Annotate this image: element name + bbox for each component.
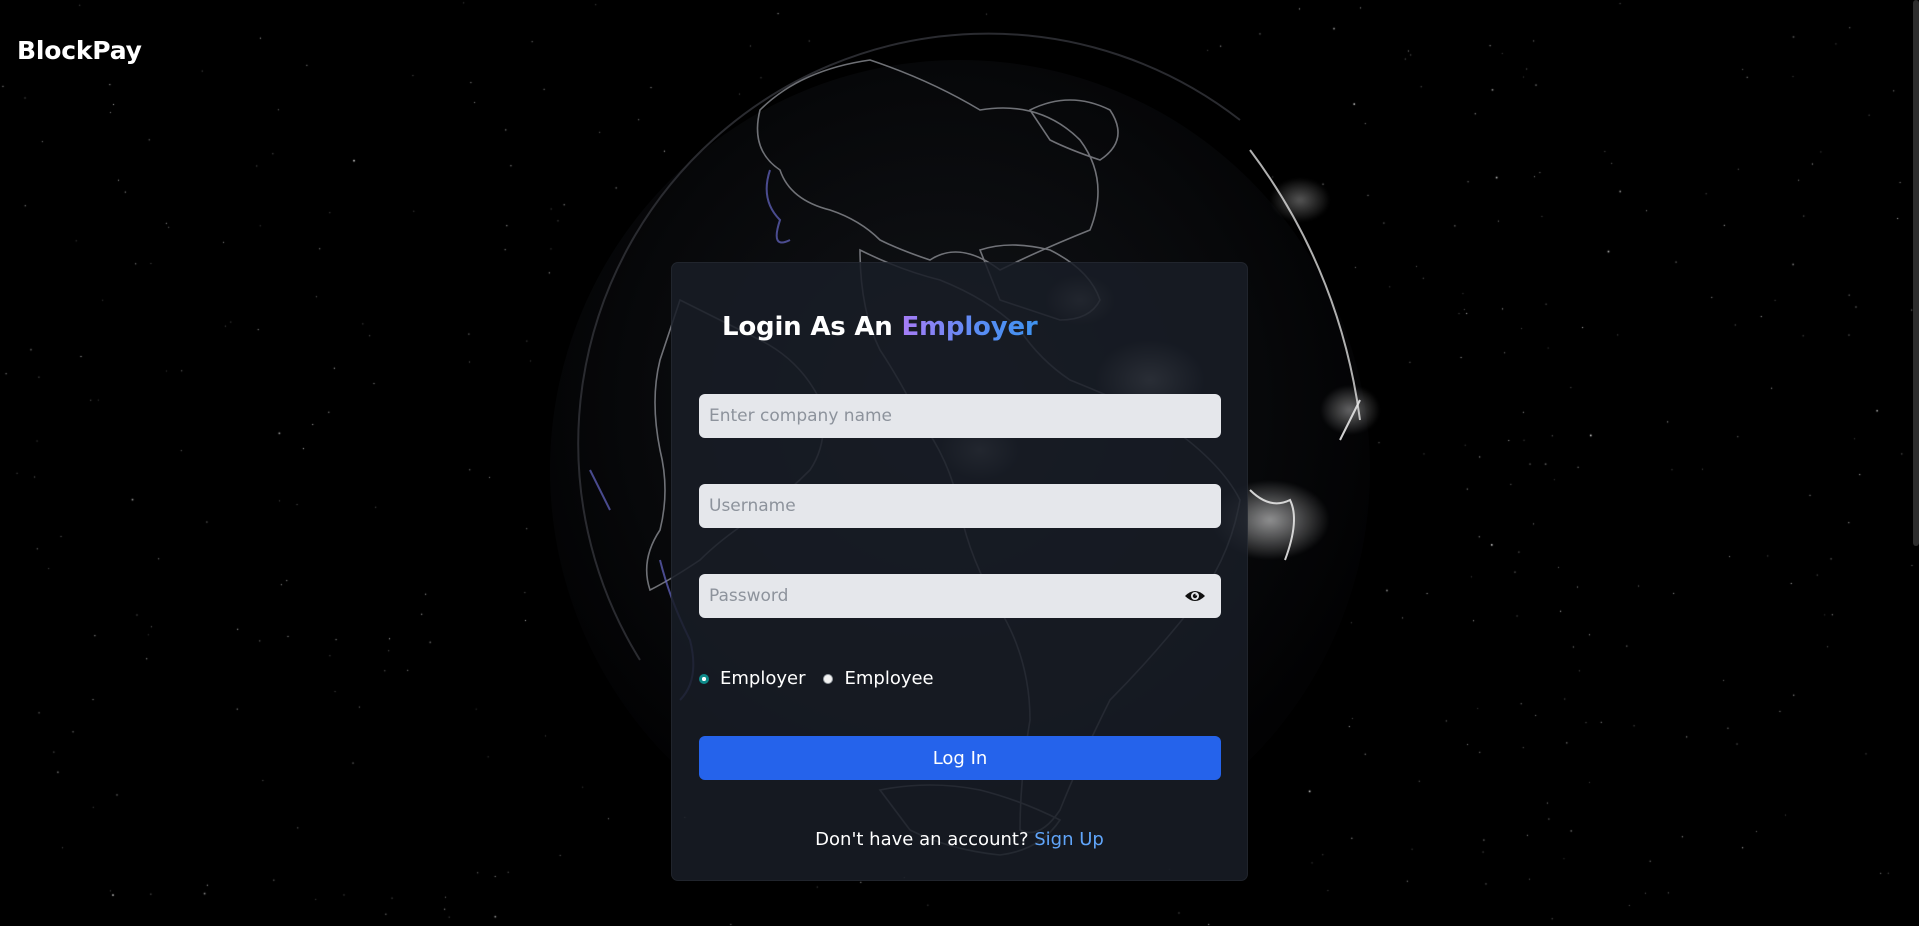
login-card: Login As An Employer Employer Employee: [671, 262, 1248, 881]
password-input[interactable]: [699, 574, 1221, 618]
role-option-employee[interactable]: Employee: [823, 668, 934, 689]
signup-prompt-row: Don't have an account? Sign Up: [672, 829, 1247, 850]
eye-icon: [1185, 591, 1205, 601]
radio-employee[interactable]: [823, 673, 834, 684]
signup-link[interactable]: Sign Up: [1034, 829, 1104, 850]
role-option-employer[interactable]: Employer: [699, 668, 805, 689]
password-visibility-toggle[interactable]: [1183, 586, 1207, 606]
login-title-prefix: Login As An: [722, 312, 893, 342]
page-scrollbar[interactable]: [1913, 0, 1919, 546]
role-employer-label: Employer: [720, 668, 806, 689]
signup-prompt-text: Don't have an account?: [815, 829, 1029, 850]
radio-employer[interactable]: [699, 673, 709, 684]
login-title: Login As An Employer: [722, 312, 1038, 342]
role-radio-group: Employer Employee: [699, 668, 952, 689]
app-root: BlockPay Login As An Employer Employer: [0, 0, 1919, 926]
login-title-role: Employer: [901, 312, 1038, 342]
company-name-input[interactable]: [699, 394, 1221, 438]
role-employee-label: Employee: [844, 668, 934, 689]
login-button[interactable]: Log In: [699, 736, 1221, 780]
username-input[interactable]: [699, 484, 1221, 528]
brand-logo[interactable]: BlockPay: [17, 36, 142, 65]
